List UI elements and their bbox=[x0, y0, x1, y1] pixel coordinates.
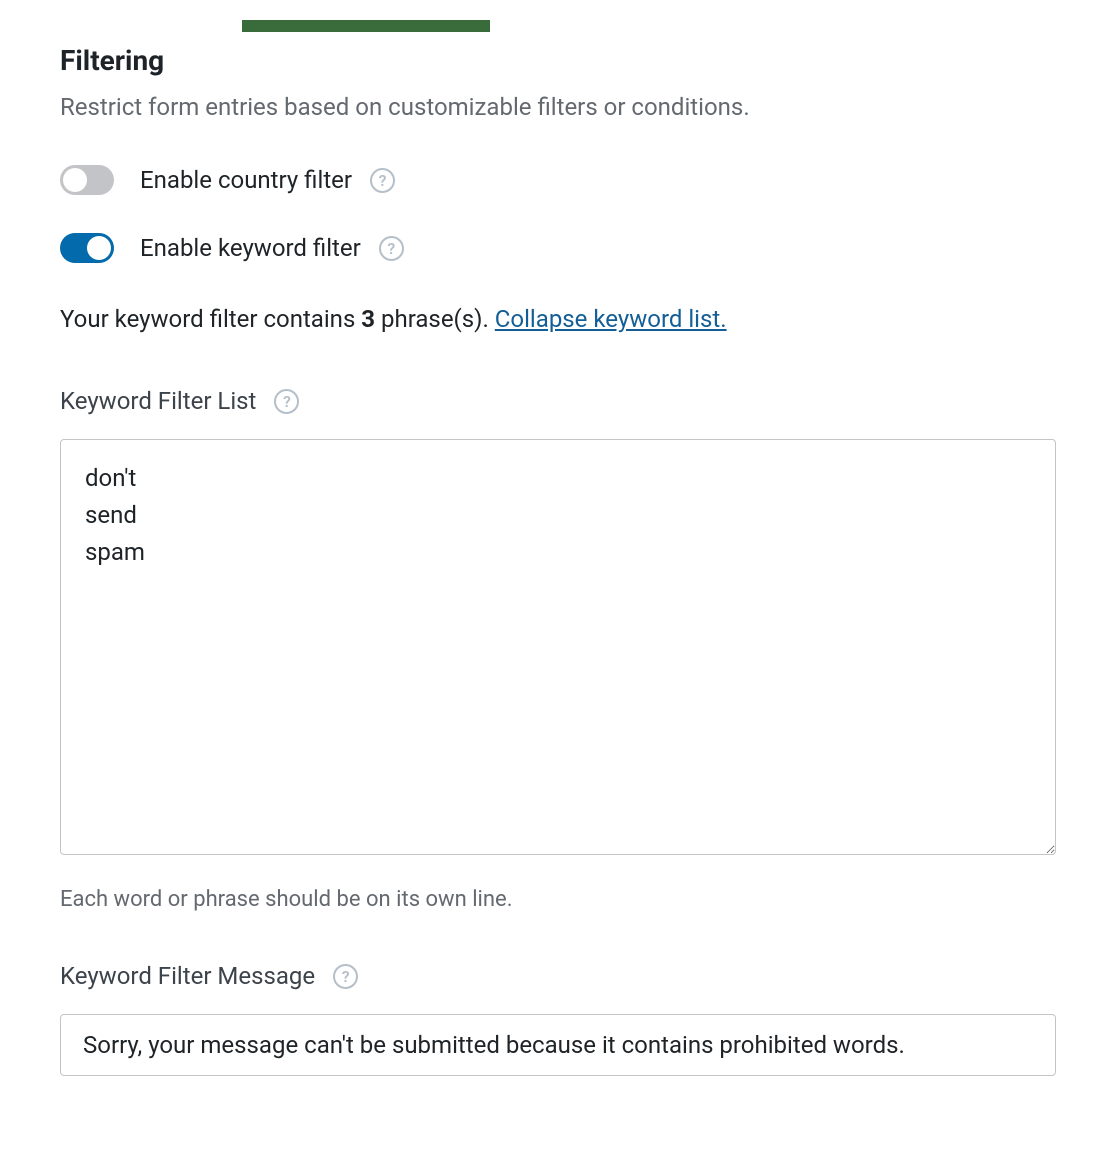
toggle-knob bbox=[87, 236, 111, 260]
keyword-message-label-row: Keyword Filter Message ? bbox=[60, 962, 1056, 990]
keyword-filter-row: Enable keyword filter ? bbox=[60, 233, 1056, 263]
help-icon[interactable]: ? bbox=[370, 168, 395, 193]
keyword-filter-message-input[interactable] bbox=[60, 1014, 1056, 1076]
keyword-list-label-row: Keyword Filter List ? bbox=[60, 387, 1056, 415]
country-filter-label: Enable country filter bbox=[140, 166, 352, 194]
status-prefix: Your keyword filter contains bbox=[60, 305, 361, 333]
country-filter-row: Enable country filter ? bbox=[60, 165, 1056, 195]
help-icon[interactable]: ? bbox=[274, 389, 299, 414]
help-icon[interactable]: ? bbox=[379, 236, 404, 261]
section-title: Filtering bbox=[60, 44, 1056, 77]
keyword-filter-toggle[interactable] bbox=[60, 233, 114, 263]
toggle-knob bbox=[63, 168, 87, 192]
keyword-list-helper: Each word or phrase should be on its own… bbox=[60, 887, 1056, 912]
keyword-filter-status: Your keyword filter contains 3 phrase(s)… bbox=[60, 301, 1056, 337]
collapse-keyword-list-link[interactable]: Collapse keyword list. bbox=[495, 305, 727, 333]
help-icon[interactable]: ? bbox=[333, 964, 358, 989]
country-filter-toggle[interactable] bbox=[60, 165, 114, 195]
section-description: Restrict form entries based on customiza… bbox=[60, 89, 1056, 125]
keyword-filter-list-textarea[interactable] bbox=[60, 439, 1056, 855]
keyword-filter-label: Enable keyword filter bbox=[140, 234, 361, 262]
status-suffix: phrase(s). bbox=[375, 305, 495, 333]
page-top-artifact bbox=[242, 20, 490, 32]
status-count: 3 bbox=[361, 305, 375, 333]
keyword-message-label: Keyword Filter Message bbox=[60, 962, 315, 990]
keyword-list-label: Keyword Filter List bbox=[60, 387, 256, 415]
